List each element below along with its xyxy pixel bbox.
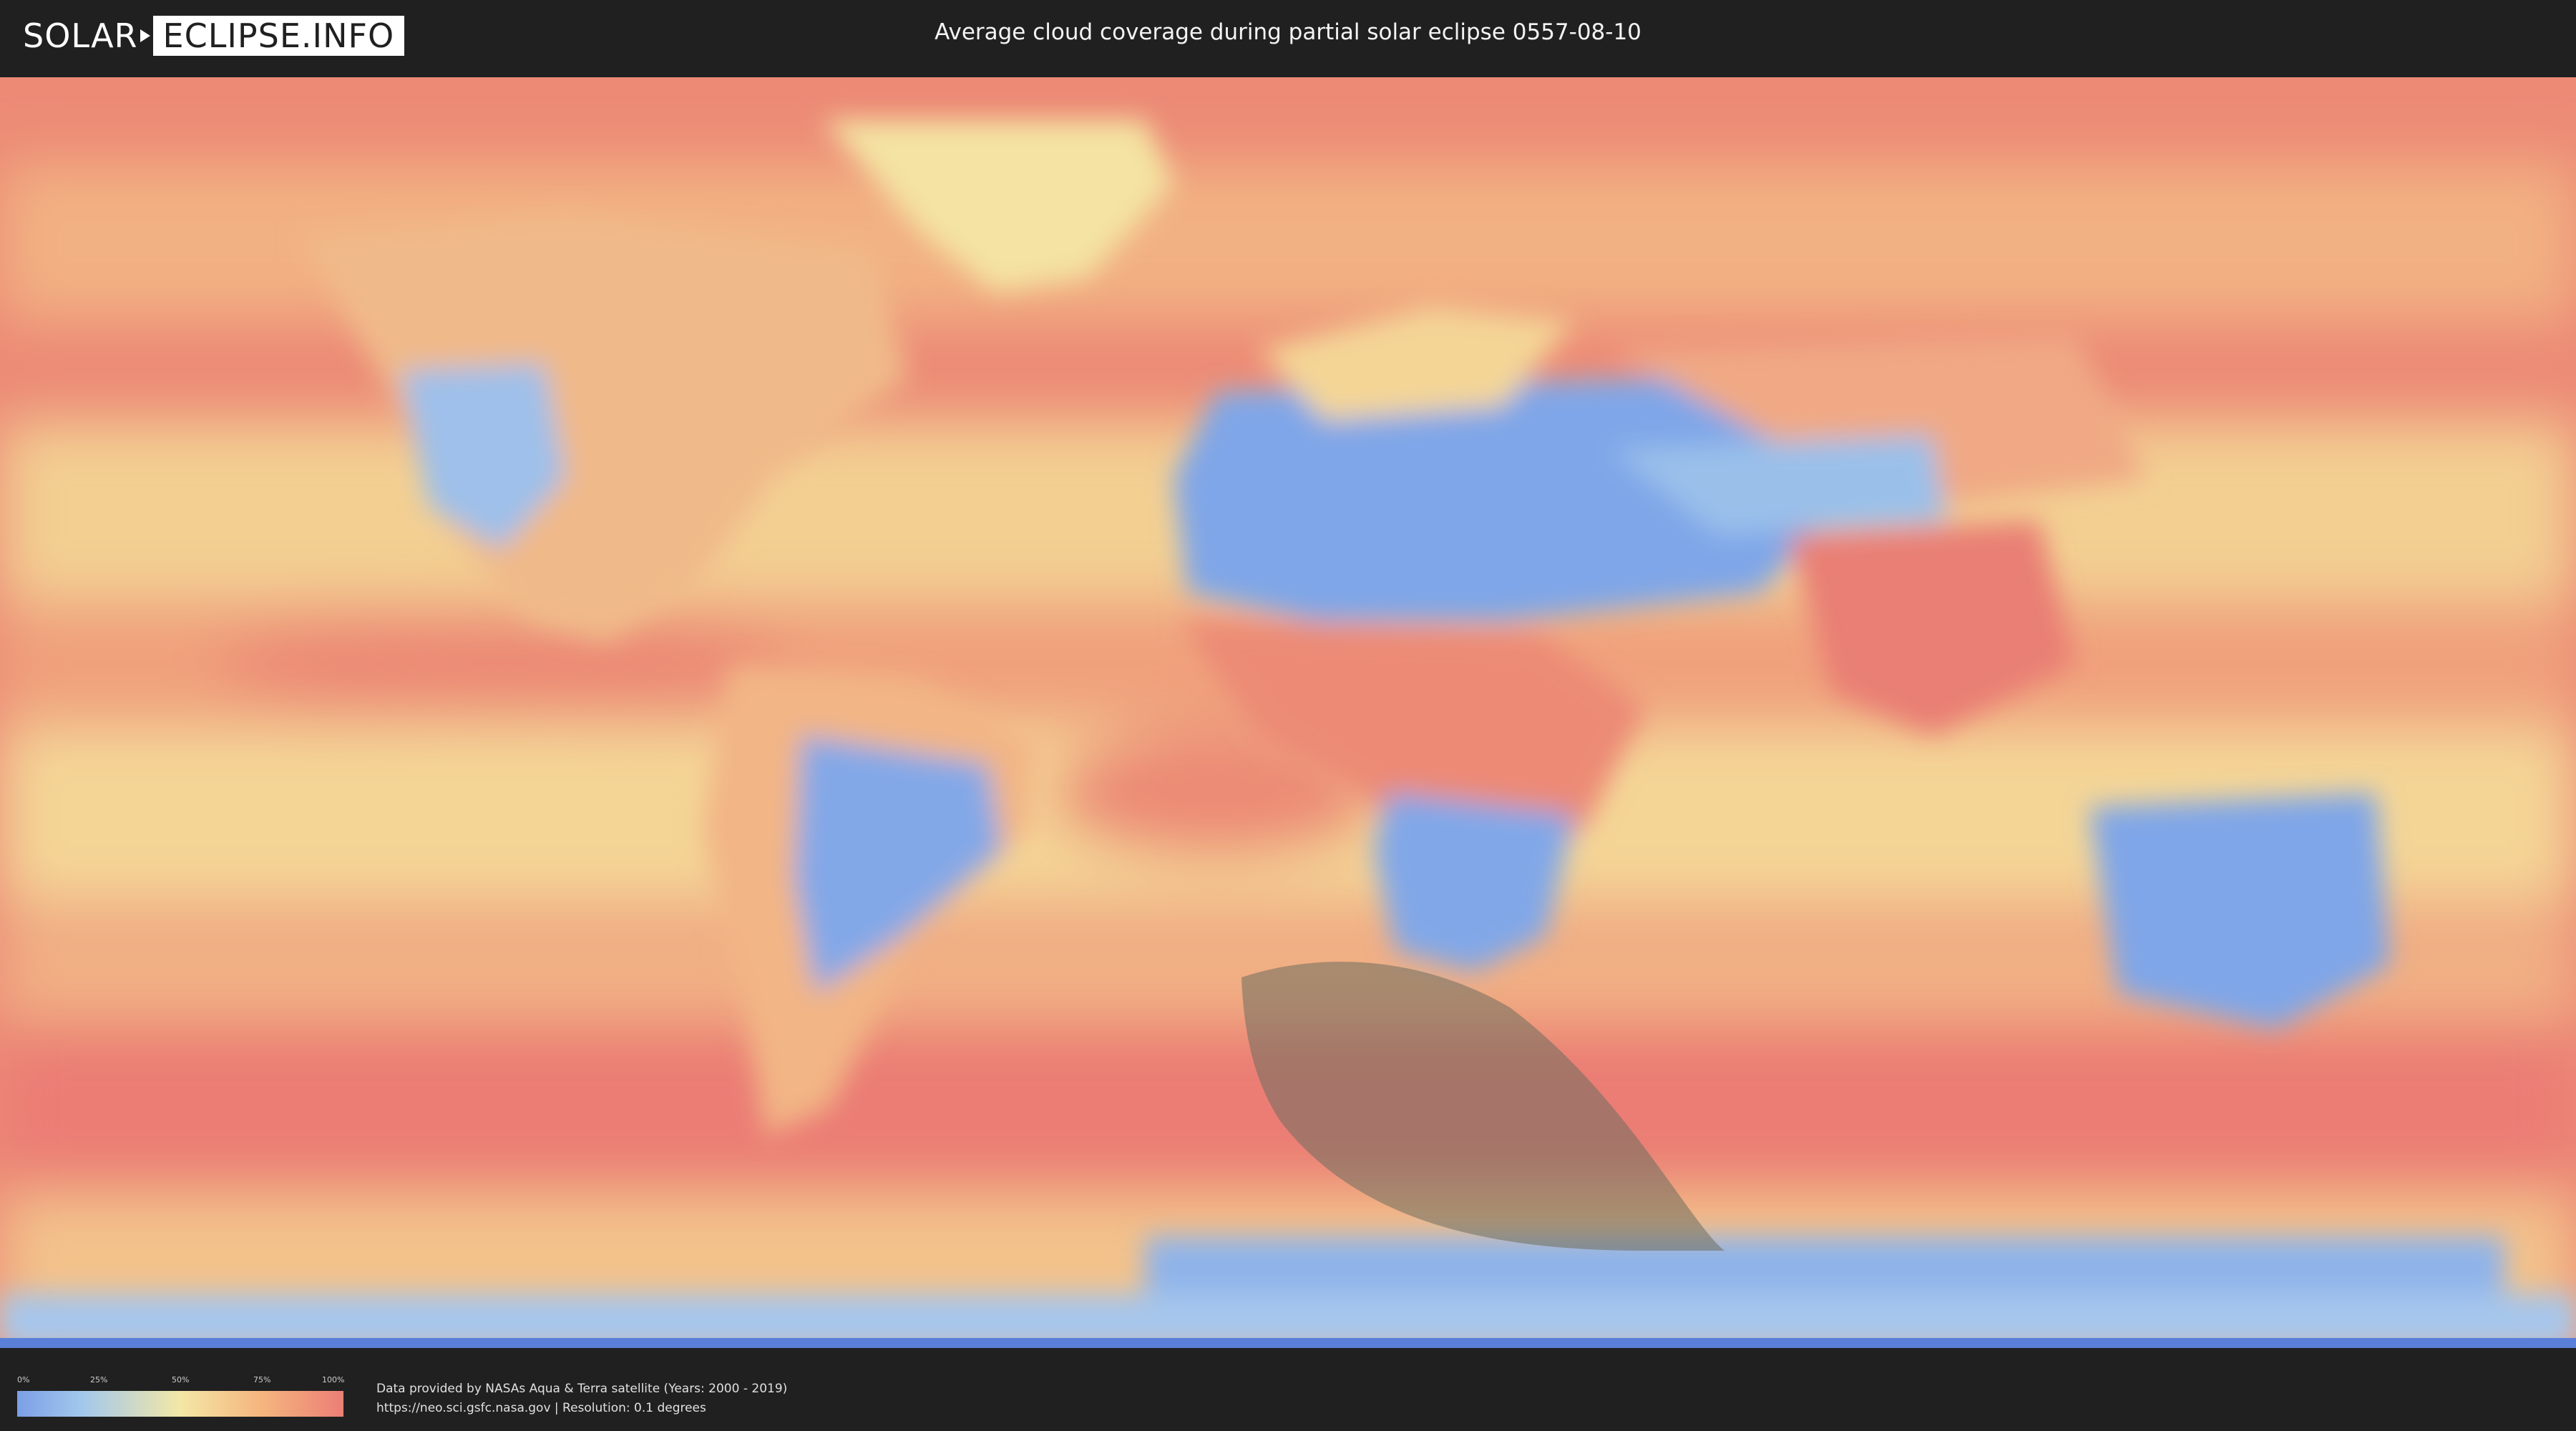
map-bottom-edge	[0, 1338, 2576, 1348]
legend-color-bar	[17, 1391, 343, 1417]
credit-line-1: Data provided by NASAs Aqua & Terra sate…	[376, 1382, 788, 1396]
legend-tick-25: 25%	[90, 1375, 108, 1384]
legend-ticks: 0% 25% 50% 75% 100%	[17, 1375, 345, 1387]
legend-tick-0: 0%	[17, 1375, 30, 1384]
legend-tick-50: 50%	[172, 1375, 190, 1384]
header-bar: SOLAR ECLIPSE.INFO Average cloud coverag…	[0, 0, 2576, 72]
credit-line-2: https://neo.sci.gsfc.nasa.gov | Resoluti…	[376, 1401, 706, 1415]
footer-bar: 0% 25% 50% 75% 100% Data provided by NAS…	[0, 1351, 2576, 1431]
cloud-coverage-legend: 0% 25% 50% 75% 100%	[17, 1375, 345, 1417]
cloud-coverage-map	[0, 77, 2576, 1348]
legend-tick-100: 100%	[322, 1375, 345, 1384]
data-credits: Data provided by NASAs Aqua & Terra sate…	[376, 1379, 787, 1418]
map-svg	[0, 77, 2576, 1348]
page-title: Average cloud coverage during partial so…	[935, 19, 1641, 45]
legend-tick-75: 75%	[253, 1375, 271, 1384]
